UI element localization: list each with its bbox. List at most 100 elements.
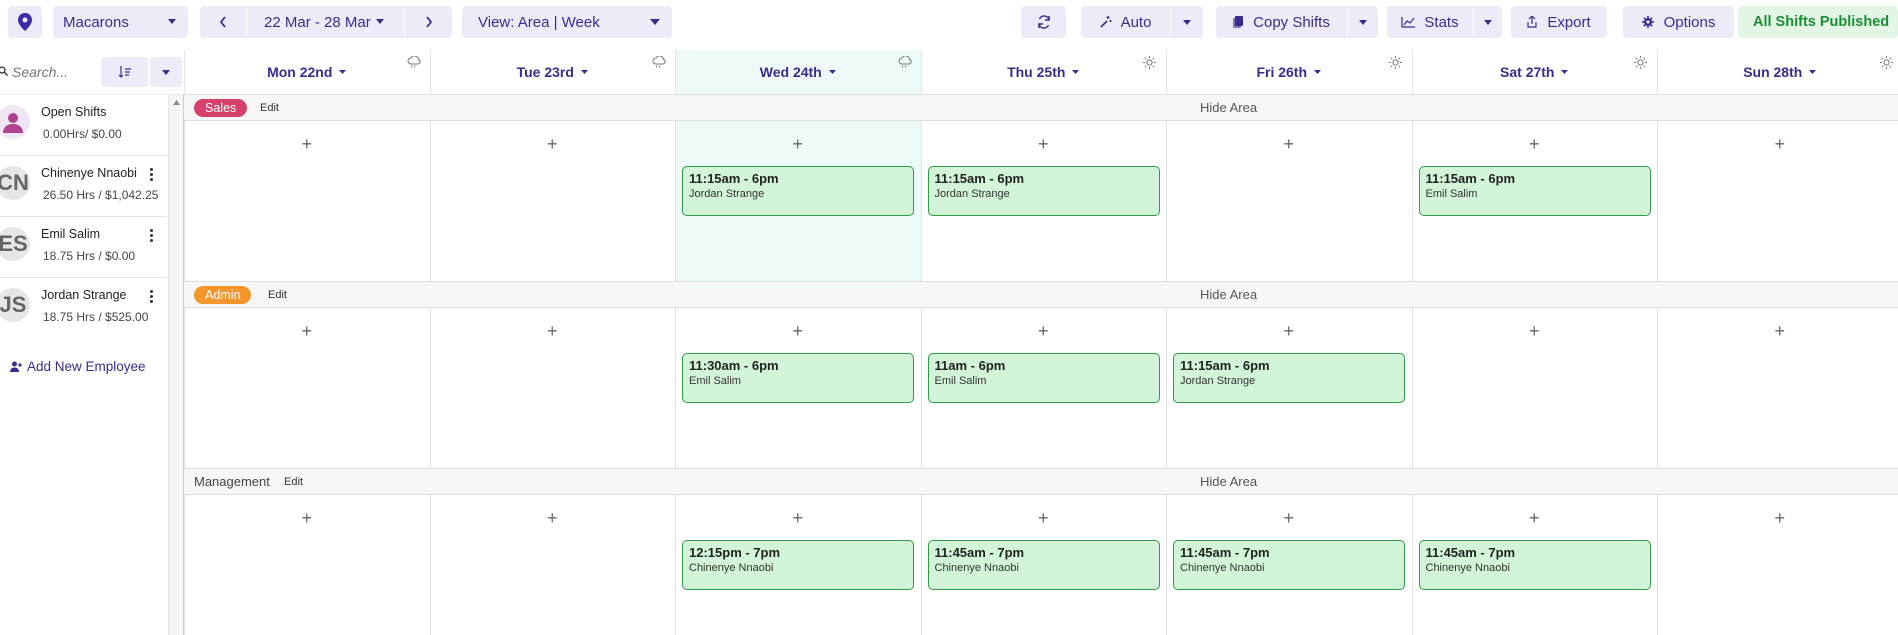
shift-card[interactable]: 11:30am - 6pm Emil Salim — [682, 353, 914, 403]
shift-employee: Chinenye Nnaobi — [689, 562, 774, 574]
auto-button[interactable]: Auto — [1081, 6, 1170, 38]
shift-card[interactable]: 12:15pm - 7pm Chinenye Nnaobi — [682, 540, 914, 590]
hide-area-link[interactable]: Hide Area — [1200, 474, 1257, 489]
header-divider — [0, 94, 184, 95]
add-shift-icon[interactable]: + — [297, 135, 317, 153]
copy-shifts-button[interactable]: Copy Shifts — [1216, 6, 1347, 38]
hide-area-link[interactable]: Hide Area — [1200, 100, 1257, 115]
stats-dropdown-button[interactable] — [1474, 6, 1502, 38]
edit-area-link[interactable]: Edit — [268, 289, 287, 301]
area-label[interactable]: Management — [194, 474, 270, 489]
add-shift-icon[interactable]: + — [1524, 322, 1544, 340]
add-shift-icon[interactable]: + — [1033, 509, 1053, 527]
day-header[interactable]: Sun 28th — [1657, 50, 1898, 94]
prev-week-button[interactable] — [200, 6, 246, 38]
employee-name: Emil Salim — [41, 227, 101, 241]
day-header-label: Sat 27th — [1500, 64, 1555, 80]
shift-card[interactable]: 11:15am - 6pm Jordan Strange — [682, 166, 914, 216]
scroll-up-icon[interactable] — [173, 100, 180, 105]
add-user-icon — [10, 361, 22, 372]
day-header[interactable]: Tue 23rd — [430, 50, 676, 94]
add-shift-icon[interactable]: + — [297, 322, 317, 340]
add-shift-icon[interactable]: + — [788, 322, 808, 340]
day-header[interactable]: Mon 22nd — [184, 50, 430, 94]
add-shift-icon[interactable]: + — [1770, 135, 1790, 153]
shift-employee: Jordan Strange — [689, 188, 765, 200]
search-input[interactable] — [12, 60, 92, 84]
add-shift-icon[interactable]: + — [542, 135, 562, 153]
shift-card[interactable]: 11:15am - 6pm Emil Salim — [1418, 166, 1651, 216]
edit-area-link[interactable]: Edit — [260, 102, 279, 114]
add-shift-icon[interactable]: + — [1279, 135, 1299, 153]
add-shift-icon[interactable]: + — [297, 509, 317, 527]
shift-time: 11:45am - 7pm — [1180, 545, 1270, 560]
export-icon — [1527, 16, 1537, 28]
next-week-button[interactable] — [405, 6, 452, 38]
avatar — [0, 105, 30, 139]
auto-dropdown-button[interactable] — [1171, 6, 1203, 38]
view-select[interactable]: View: Area | Week — [462, 6, 672, 38]
column-divider — [1412, 50, 1413, 635]
add-shift-icon[interactable]: + — [1279, 322, 1299, 340]
shift-time: 11am - 6pm — [934, 358, 1006, 373]
more-vertical-icon[interactable] — [150, 229, 154, 244]
list-item-emil-salim[interactable]: ES Emil Salim 18.75 Hrs / $0.00 — [0, 217, 167, 278]
map-pin-icon — [18, 13, 32, 31]
shift-employee: Jordan Strange — [934, 188, 1010, 200]
stats-button[interactable]: Stats — [1387, 6, 1473, 38]
list-item-jordan-strange[interactable]: JS Jordan Strange 18.75 Hrs / $525.00 — [0, 278, 167, 339]
export-button[interactable]: Export — [1511, 6, 1607, 38]
sun-icon — [1143, 56, 1156, 69]
shift-card[interactable]: 11:15am - 6pm Jordan Strange — [927, 166, 1160, 216]
add-shift-icon[interactable]: + — [1033, 135, 1053, 153]
add-shift-icon[interactable]: + — [788, 509, 808, 527]
published-status-button[interactable]: All Shifts Published — [1738, 6, 1898, 38]
view-select-label: View: Area | Week — [478, 13, 600, 31]
options-button[interactable]: Options — [1623, 6, 1734, 38]
add-employee-link[interactable]: Add New Employee — [10, 359, 146, 374]
copy-shifts-dropdown-button[interactable] — [1348, 6, 1378, 38]
day-header[interactable]: Thu 25th — [921, 50, 1167, 94]
shift-card[interactable]: 11am - 6pm Emil Salim — [927, 353, 1160, 403]
shift-employee: Emil Salim — [689, 375, 741, 387]
sort-button[interactable] — [101, 57, 148, 87]
more-vertical-icon[interactable] — [150, 168, 154, 183]
shift-card[interactable]: 11:45am - 7pm Chinenye Nnaobi — [1173, 540, 1405, 590]
add-shift-icon[interactable]: + — [1524, 509, 1544, 527]
add-shift-icon[interactable]: + — [788, 135, 808, 153]
add-shift-icon[interactable]: + — [1524, 135, 1544, 153]
edit-area-link[interactable]: Edit — [284, 476, 303, 488]
list-item-chinenye-nnaobi[interactable]: CN Chinenye Nnaobi 26.50 Hrs / $1,042.25 — [0, 156, 167, 217]
location-select-label: Macarons — [63, 13, 129, 31]
shift-card[interactable]: 11:15am - 6pm Jordan Strange — [1173, 353, 1405, 403]
employee-hours: 0.00Hrs/ $0.00 — [43, 127, 122, 141]
sidebar-scrollbar[interactable] — [168, 95, 184, 635]
date-range-select[interactable]: 22 Mar - 28 Mar — [247, 6, 404, 38]
hide-area-link[interactable]: Hide Area — [1200, 287, 1257, 302]
refresh-button[interactable] — [1021, 6, 1066, 38]
column-divider — [430, 50, 431, 635]
day-header[interactable]: Fri 26th — [1166, 50, 1412, 94]
caret-down-icon — [580, 70, 588, 74]
add-shift-icon[interactable]: + — [542, 322, 562, 340]
day-header[interactable]: Sat 27th — [1412, 50, 1658, 94]
add-shift-icon[interactable]: + — [1033, 322, 1053, 340]
shift-card[interactable]: 11:45am - 7pm Chinenye Nnaobi — [1418, 540, 1651, 590]
location-select[interactable]: Macarons — [53, 6, 188, 38]
add-shift-icon[interactable]: + — [1770, 322, 1790, 340]
add-shift-icon[interactable]: + — [542, 509, 562, 527]
more-vertical-icon[interactable] — [150, 290, 154, 305]
caret-down-icon — [1359, 19, 1367, 25]
shift-card[interactable]: 11:45am - 7pm Chinenye Nnaobi — [927, 540, 1160, 590]
shift-time: 12:15pm - 7pm — [689, 545, 781, 560]
add-shift-icon[interactable]: + — [1770, 509, 1790, 527]
list-item-open-shifts[interactable]: Open Shifts 0.00Hrs/ $0.00 — [0, 95, 167, 156]
add-shift-icon[interactable]: + — [1279, 509, 1299, 527]
day-header[interactable]: Wed 24th — [675, 50, 921, 94]
cloud-rain-icon — [652, 56, 666, 68]
sort-dropdown-button[interactable] — [150, 57, 182, 87]
area-badge[interactable]: Sales — [194, 99, 248, 117]
area-badge[interactable]: Admin — [194, 286, 252, 304]
caret-down-icon — [828, 70, 836, 74]
location-pin-button[interactable] — [8, 6, 42, 38]
